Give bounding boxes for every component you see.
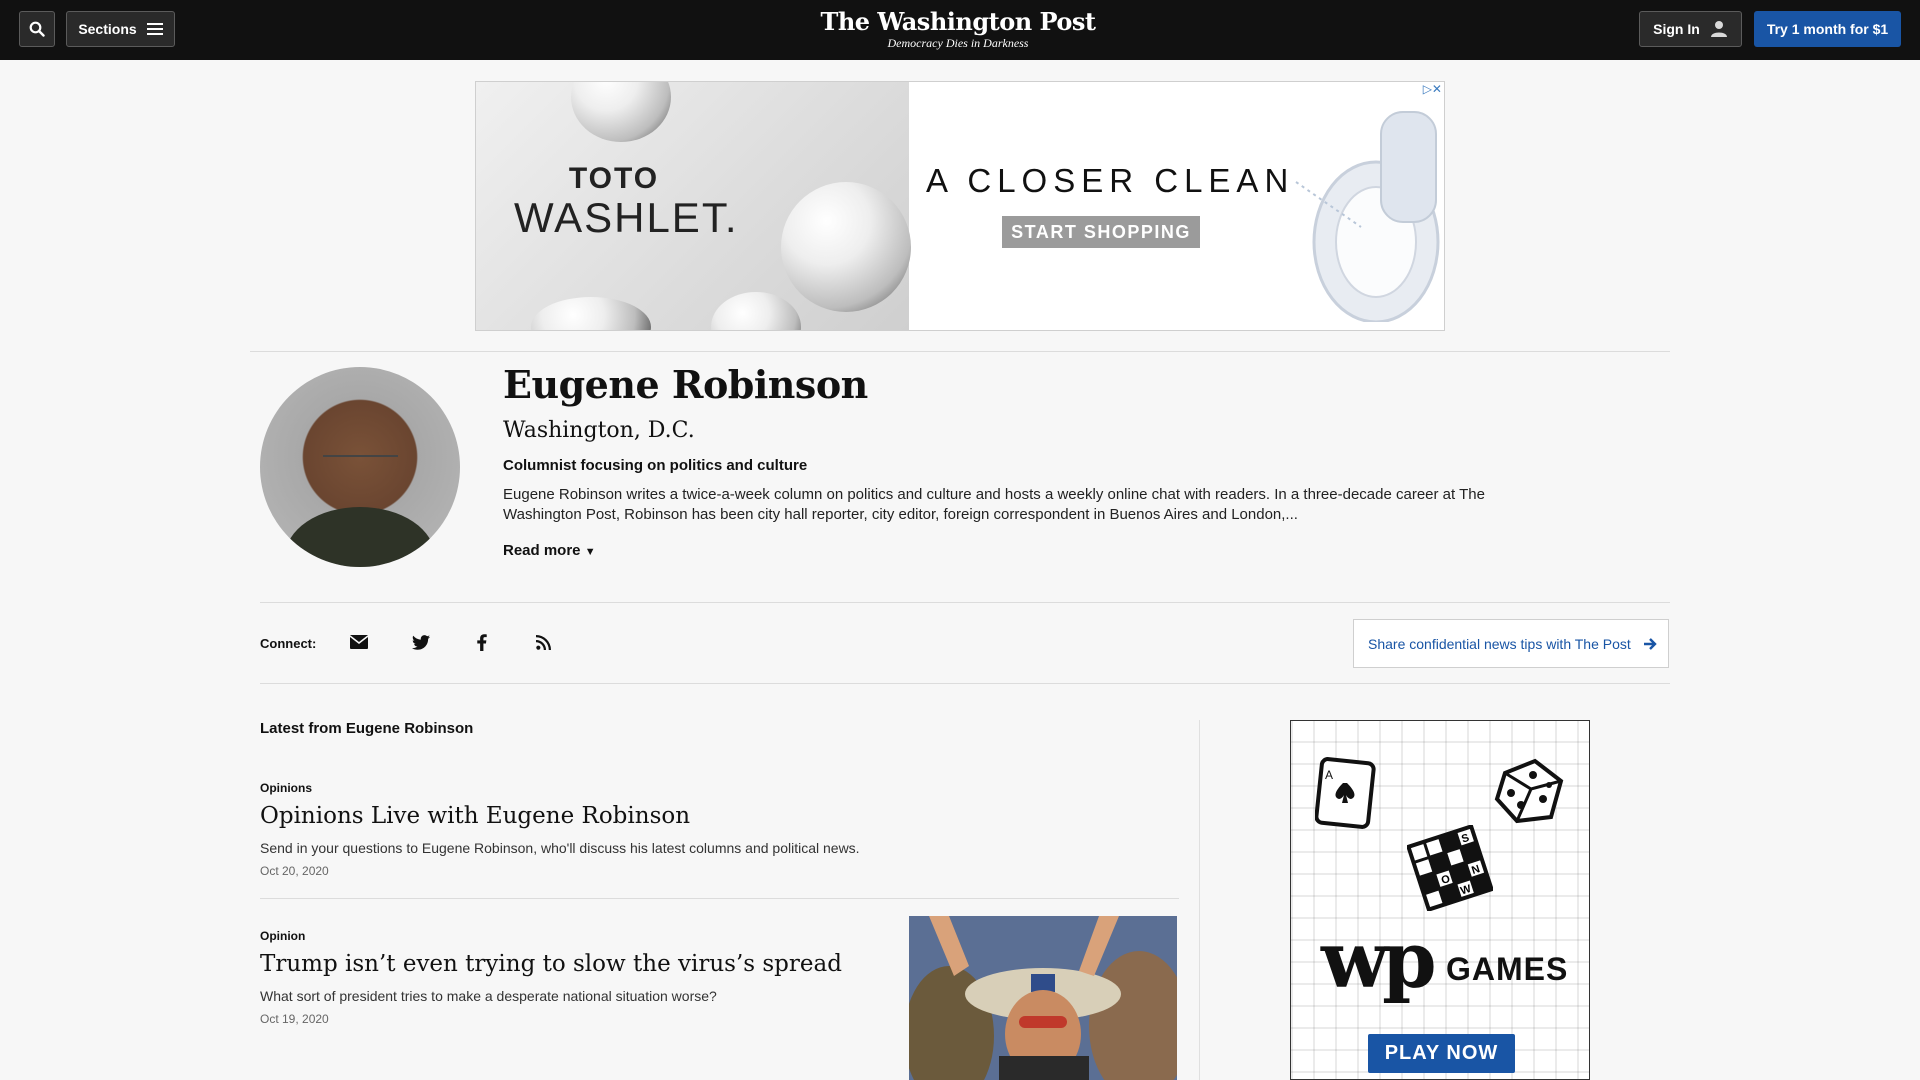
masthead-title: The Washington Post <box>820 7 1096 36</box>
masthead-logo[interactable]: The Washington Post Democracy Dies in Da… <box>810 7 1106 51</box>
ad-headline: A CLOSER CLEAN <box>926 162 1295 199</box>
author-location: Washington, D.C. <box>503 418 695 443</box>
article-headline[interactable]: Trump isn’t even trying to slow the viru… <box>260 951 842 977</box>
svg-text:A: A <box>1325 768 1333 782</box>
read-more-toggle[interactable]: Read more ▼ <box>503 542 596 559</box>
arrow-right-icon <box>1643 637 1657 650</box>
news-tips-button[interactable]: Share confidential news tips with The Po… <box>1353 619 1669 668</box>
playing-card-icon: A <box>1315 757 1376 829</box>
author-bio: Eugene Robinson writes a twice-a-week co… <box>503 486 1485 523</box>
article-blurb: Send in your questions to Eugene Robinso… <box>260 840 860 856</box>
caret-down-icon: ▼ <box>584 546 596 558</box>
sections-menu-button[interactable]: Sections <box>66 11 175 47</box>
subscribe-button[interactable]: Try 1 month for $1 <box>1754 11 1901 47</box>
article-blurb: What sort of president tries to make a d… <box>260 988 717 1004</box>
article-date: Oct 19, 2020 <box>260 1012 329 1026</box>
article-kicker[interactable]: Opinions <box>260 781 312 795</box>
author-portrait <box>260 367 460 567</box>
twitter-icon <box>412 634 430 650</box>
sections-label: Sections <box>78 21 137 37</box>
wp-logo: wp <box>1321 915 1437 1006</box>
article-headline[interactable]: Opinions Live with Eugene Robinson <box>260 803 690 829</box>
facebook-link[interactable] <box>470 630 494 654</box>
divider <box>260 602 1670 603</box>
ad-choices-icon[interactable]: ▷✕ <box>1423 82 1442 96</box>
read-more-label: Read more <box>503 542 581 559</box>
rss-icon <box>535 634 551 650</box>
author-role: Columnist focusing on politics and cultu… <box>503 457 808 474</box>
ad-brand-bottom: WASHLET. <box>514 194 739 241</box>
twitter-link[interactable] <box>409 630 433 654</box>
toilet-seat-image <box>1295 111 1440 322</box>
news-tips-label: Share confidential news tips with The Po… <box>1368 635 1631 652</box>
games-advertisement[interactable]: A S N O W wp GAMES PLAY NOW <box>1290 720 1590 1080</box>
column-divider <box>1199 720 1200 1080</box>
ad-shop-button[interactable]: START SHOPPING <box>1002 216 1200 248</box>
facebook-icon <box>477 633 487 651</box>
search-icon <box>29 21 45 37</box>
ad-brand-top: TOTO <box>568 162 660 195</box>
hamburger-menu-icon <box>146 23 163 35</box>
article-date: Oct 20, 2020 <box>260 864 329 878</box>
article-thumbnail-image[interactable] <box>909 916 1177 1080</box>
divider <box>260 683 1670 684</box>
crossword-icon: S N O W <box>1407 825 1493 911</box>
search-button[interactable] <box>19 11 55 47</box>
author-name: Eugene Robinson <box>503 362 868 407</box>
user-icon <box>1710 21 1727 37</box>
rss-link[interactable] <box>531 630 555 654</box>
dice-icon <box>1494 758 1564 824</box>
masthead-tagline: Democracy Dies in Darkness <box>887 36 1029 50</box>
divider <box>250 351 1670 352</box>
email-link[interactable] <box>347 630 371 654</box>
top-navigation-bar: Sections The Washington Post Democracy D… <box>0 0 1920 60</box>
play-now-button[interactable]: PLAY NOW <box>1368 1034 1515 1073</box>
latest-section-title: Latest from Eugene Robinson <box>260 720 474 737</box>
article-kicker[interactable]: Opinion <box>260 929 305 943</box>
banner-advertisement[interactable]: TOTO WASHLET. A CLOSER CLEAN START SHOPP… <box>475 81 1445 331</box>
games-label: GAMES <box>1446 951 1569 987</box>
sign-in-button[interactable]: Sign In <box>1639 11 1742 47</box>
email-icon <box>350 635 368 649</box>
rally-crowd-image <box>909 916 1177 1080</box>
divider <box>260 898 1179 899</box>
connect-label: Connect: <box>260 636 317 651</box>
sign-in-label: Sign In <box>1653 21 1700 37</box>
